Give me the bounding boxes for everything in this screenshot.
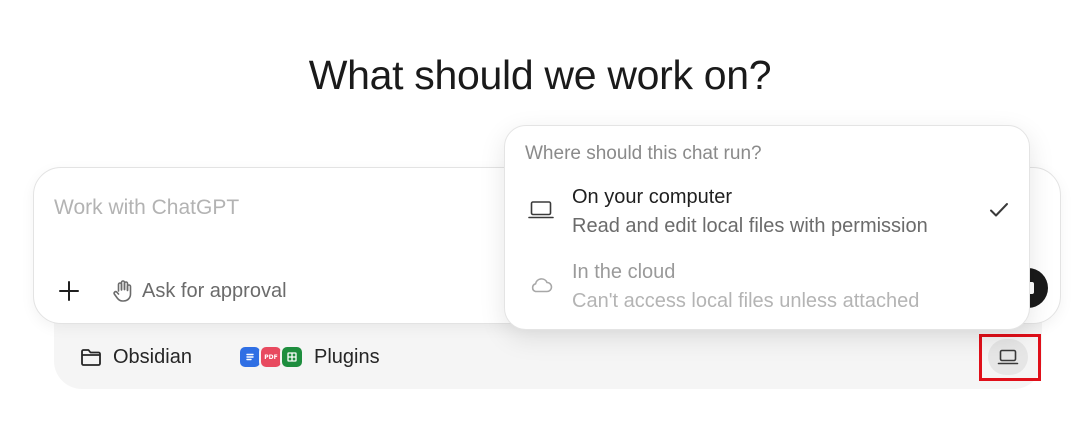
- option-on-your-computer[interactable]: On your computer Read and edit local fil…: [515, 178, 1021, 244]
- menu-title: Where should this chat run?: [525, 143, 762, 164]
- plugin-icons: PDF: [238, 345, 304, 369]
- plus-icon: [59, 281, 79, 301]
- laptop-icon: [997, 349, 1019, 365]
- page-title: What should we work on?: [308, 52, 772, 98]
- plugins-chip-label: Plugins: [314, 345, 380, 368]
- cloud-icon: [531, 278, 553, 293]
- folder-chip-label: Obsidian: [113, 345, 192, 368]
- laptop-icon: [528, 201, 554, 219]
- checkmark-icon: [990, 203, 1008, 217]
- pdf-icon-text: PDF: [264, 353, 278, 361]
- run-location-button[interactable]: [988, 339, 1028, 375]
- folder-icon: [81, 349, 101, 366]
- option-title: On your computer: [572, 186, 733, 208]
- option-description: Can't access local files unless attached: [572, 290, 920, 312]
- approval-mode-label: Ask for approval: [142, 279, 287, 302]
- option-in-the-cloud[interactable]: In the cloud Can't access local files un…: [515, 253, 1021, 319]
- option-description: Read and edit local files with permissio…: [572, 215, 928, 237]
- hand-icon: [113, 280, 132, 302]
- approval-mode-button[interactable]: Ask for approval: [112, 276, 287, 306]
- run-location-menu: Where should this chat run? On your comp…: [504, 125, 1030, 330]
- add-attachment-button[interactable]: [54, 276, 84, 306]
- plugins-chip[interactable]: PDF Plugins: [238, 343, 380, 371]
- option-title: In the cloud: [572, 261, 676, 283]
- sheets-icon: [280, 345, 304, 369]
- composer-input[interactable]: [54, 194, 494, 222]
- folder-chip[interactable]: Obsidian: [80, 343, 192, 371]
